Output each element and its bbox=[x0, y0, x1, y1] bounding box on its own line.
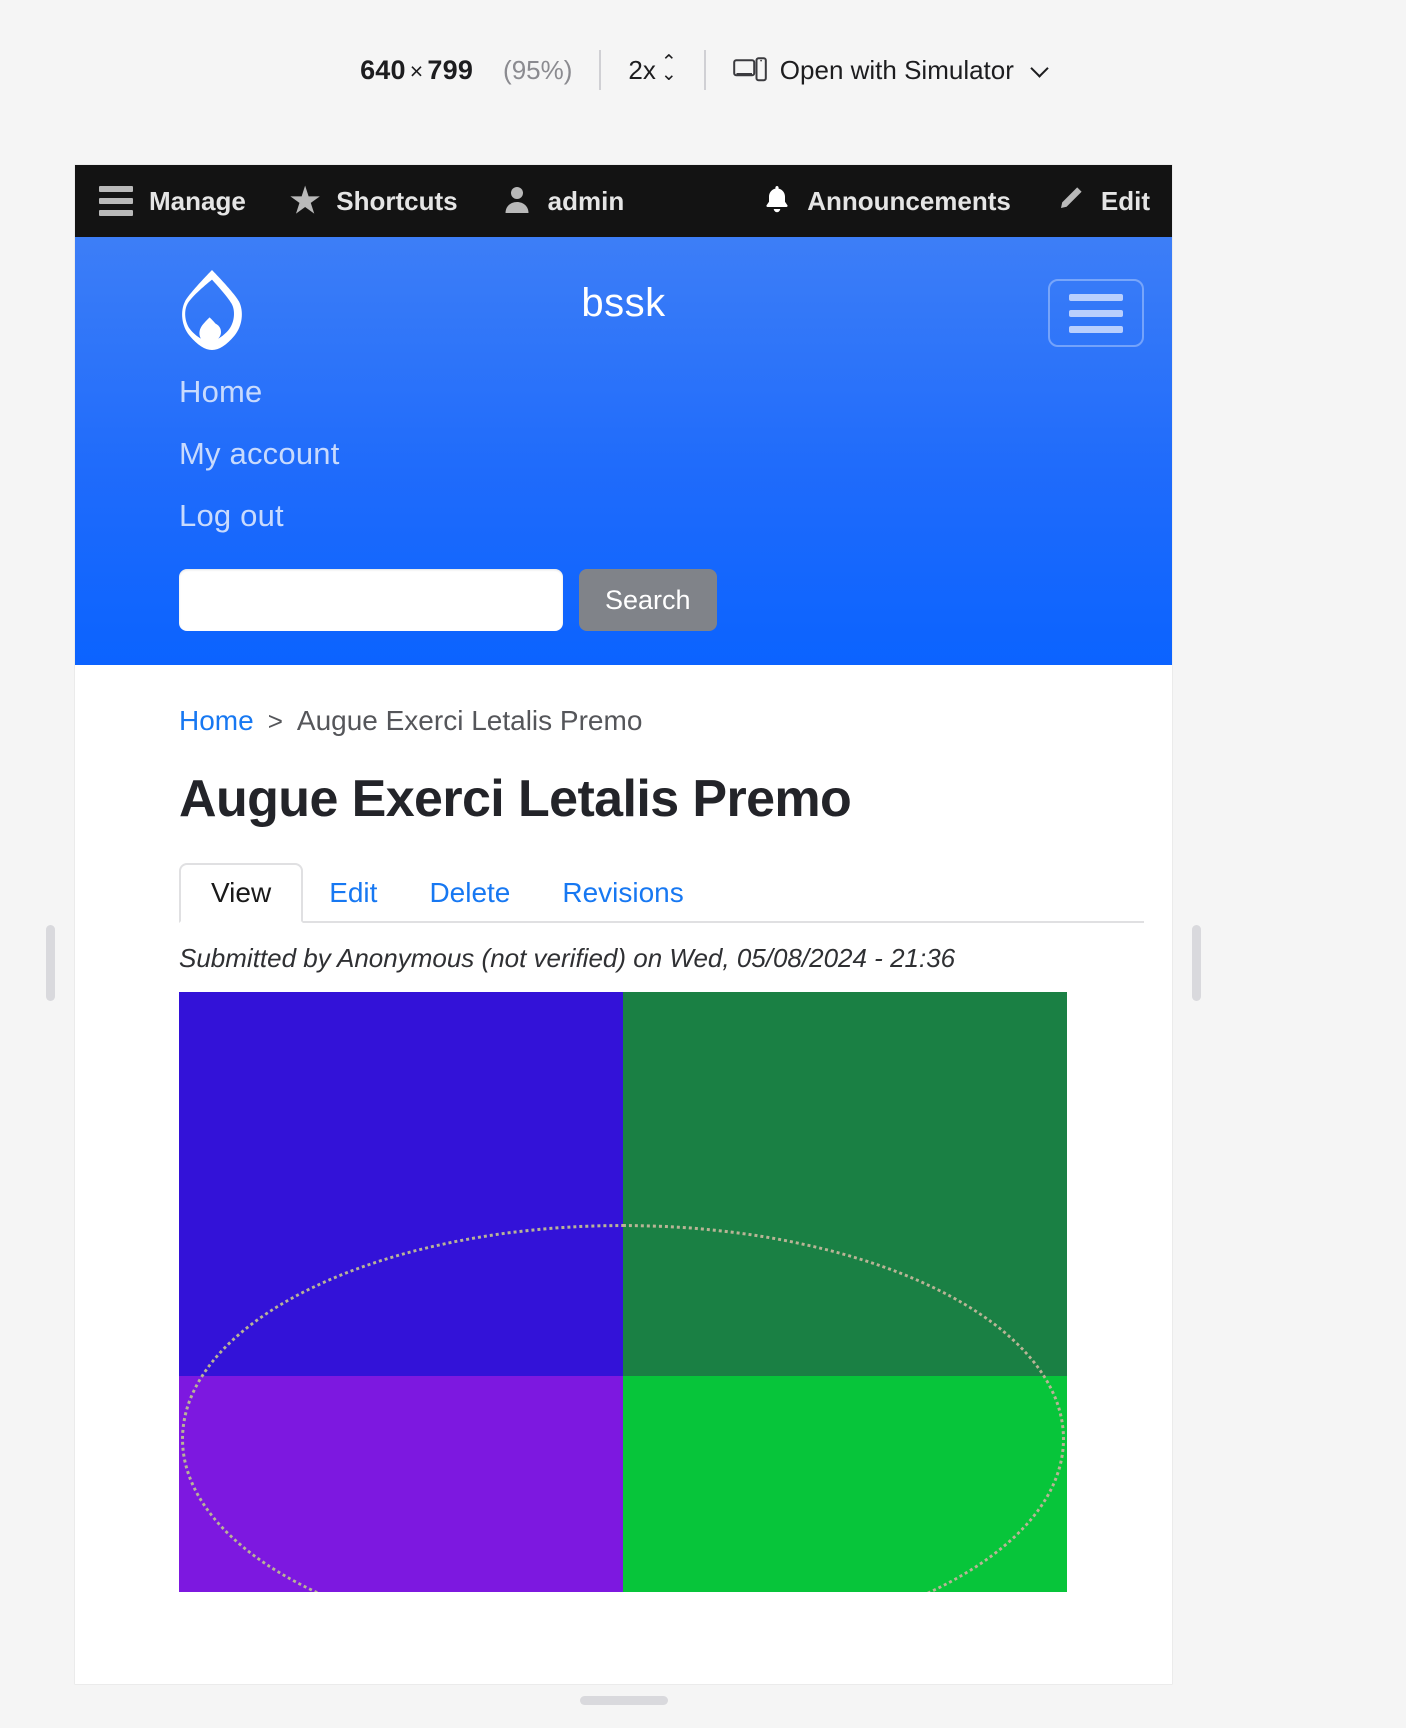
tab-delete[interactable]: Delete bbox=[403, 865, 536, 921]
canvas-width: 640 bbox=[360, 54, 406, 85]
pencil-icon bbox=[1055, 184, 1085, 219]
breadcrumb-home[interactable]: Home bbox=[179, 705, 254, 737]
device-viewport: Manage ★ Shortcuts admin Announcements E… bbox=[75, 165, 1172, 1684]
open-with-simulator-label: Open with Simulator bbox=[779, 54, 1014, 85]
scale-value: 2x bbox=[628, 54, 656, 85]
search-button[interactable]: Search bbox=[579, 569, 717, 631]
toolbar-divider-1 bbox=[599, 50, 602, 90]
toolbar-item-announcements[interactable]: Announcements bbox=[741, 165, 1033, 237]
toolbar-item-shortcuts[interactable]: ★ Shortcuts bbox=[268, 165, 480, 237]
breadcrumb-current: Augue Exerci Letalis Premo bbox=[296, 705, 643, 736]
resize-handle-bottom[interactable] bbox=[580, 1696, 668, 1705]
drupal-drop-logo[interactable] bbox=[179, 270, 245, 354]
times-glyph: × bbox=[409, 57, 424, 84]
toolbar-item-manage-label: Manage bbox=[149, 185, 246, 216]
menu-bar-1 bbox=[1069, 293, 1123, 301]
tab-view[interactable]: View bbox=[179, 863, 304, 923]
page-content: Home > Augue Exerci Letalis Premo Augue … bbox=[75, 665, 1172, 1592]
nav-item-log-out[interactable]: Log out bbox=[179, 485, 1172, 547]
star-icon: ★ bbox=[289, 182, 321, 220]
resize-handle-right[interactable] bbox=[1192, 925, 1201, 1001]
site-nav: Home My account Log out bbox=[75, 361, 1172, 547]
mobile-menu-button[interactable] bbox=[1048, 279, 1144, 347]
tab-revisions[interactable]: Revisions bbox=[536, 865, 709, 921]
person-icon bbox=[502, 184, 532, 219]
drupal-admin-toolbar: Manage ★ Shortcuts admin Announcements E… bbox=[75, 165, 1172, 237]
preview-toolbar: 640 × 799 (95%) 2x ⌃ ⌄ Open with Simulator bbox=[0, 0, 1406, 140]
toolbar-divider-2 bbox=[703, 50, 706, 90]
toolbar-item-shortcuts-label: Shortcuts bbox=[336, 185, 458, 216]
toolbar-item-edit-label: Edit bbox=[1100, 185, 1150, 216]
tab-edit[interactable]: Edit bbox=[303, 865, 403, 921]
page-title: Augue Exerci Letalis Premo bbox=[179, 770, 852, 828]
bell-icon bbox=[763, 184, 791, 219]
toolbar-item-admin-label: admin bbox=[547, 185, 625, 216]
site-header-top: bssk bbox=[75, 237, 1172, 361]
open-with-simulator-button[interactable]: Open with Simulator bbox=[732, 54, 1049, 86]
device-icon bbox=[732, 57, 767, 83]
stepper-down-icon: ⌄ bbox=[660, 64, 677, 85]
search-input[interactable] bbox=[179, 569, 563, 631]
zoom-percent-label: (95%) bbox=[503, 54, 573, 85]
canvas-height: 799 bbox=[427, 54, 474, 85]
hamburger-icon bbox=[99, 186, 133, 216]
node-tabs: View Edit Delete Revisions bbox=[179, 855, 1144, 923]
canvas-size-label: 640 × 799 bbox=[360, 55, 473, 86]
resize-handle-left[interactable] bbox=[46, 925, 55, 1001]
menu-bar-3 bbox=[1069, 325, 1123, 333]
breadcrumb: Home > Augue Exerci Letalis Premo bbox=[179, 665, 1144, 745]
nav-item-my-account[interactable]: My account bbox=[179, 423, 1172, 485]
toolbar-item-admin[interactable]: admin bbox=[480, 165, 647, 237]
breadcrumb-separator: > bbox=[267, 705, 283, 736]
search-form: Search bbox=[75, 547, 1172, 631]
submitted-byline: Submitted by Anonymous (not verified) on… bbox=[179, 943, 956, 973]
nav-item-home[interactable]: Home bbox=[179, 361, 1172, 423]
stepper-icon[interactable]: ⌃ ⌄ bbox=[660, 53, 677, 85]
site-header: bssk Home My account Log out Search bbox=[75, 237, 1172, 665]
menu-bar-2 bbox=[1069, 309, 1123, 317]
toolbar-item-manage[interactable]: Manage bbox=[75, 165, 268, 237]
preview-canvas: Manage ★ Shortcuts admin Announcements E… bbox=[0, 140, 1406, 1728]
chevron-down-icon[interactable] bbox=[1030, 58, 1049, 78]
toolbar-item-edit[interactable]: Edit bbox=[1033, 165, 1172, 237]
toolbar-item-announcements-label: Announcements bbox=[807, 185, 1011, 216]
scale-stepper[interactable]: 2x ⌃ ⌄ bbox=[628, 53, 677, 86]
color-quadrant-ellipse-image bbox=[179, 992, 1067, 1592]
